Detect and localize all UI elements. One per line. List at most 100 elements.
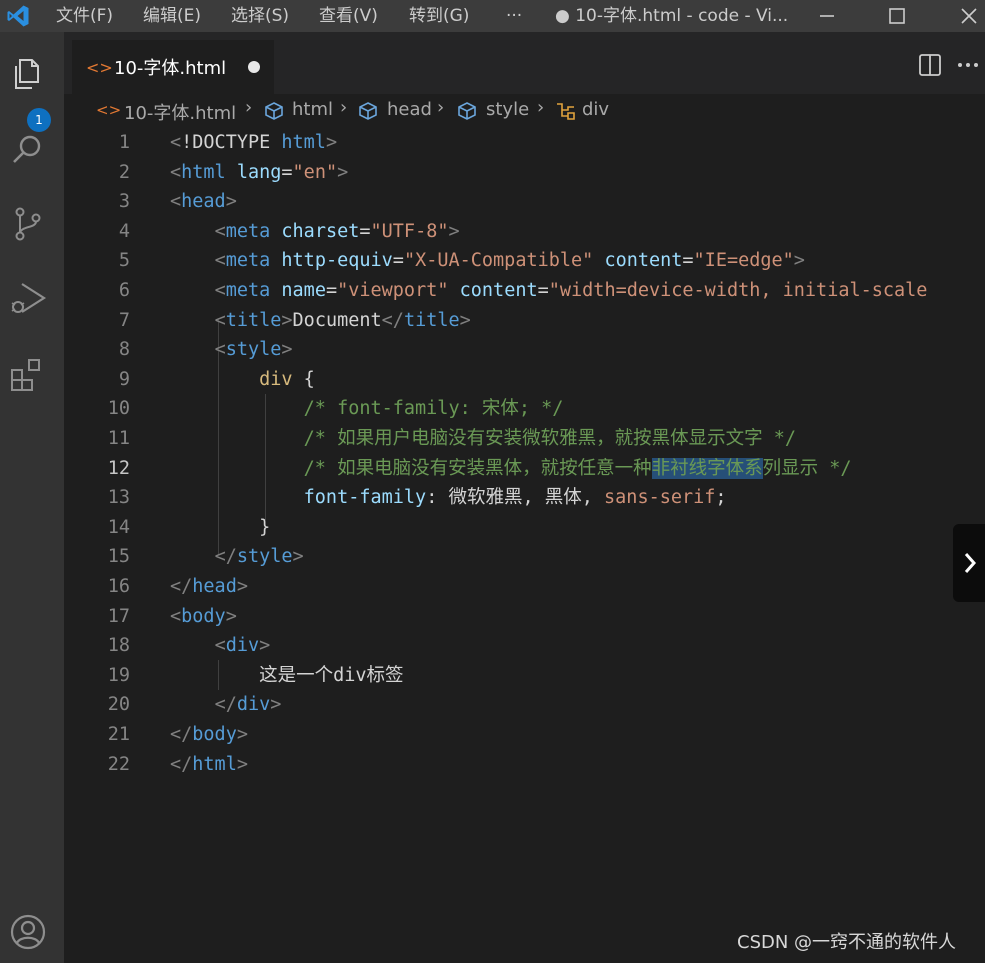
more-actions-icon[interactable] <box>956 52 980 78</box>
code-token: /* font-family: 宋体; */ <box>303 398 564 420</box>
code-token: html <box>181 161 226 183</box>
breadcrumb-html[interactable]: html <box>292 99 333 120</box>
line-number: 3 <box>118 191 130 213</box>
line-number: 7 <box>118 309 130 331</box>
code-token: head <box>181 191 226 213</box>
menu-go[interactable]: 转到(G) <box>409 0 469 32</box>
code-token: body <box>192 724 237 745</box>
code-token: < <box>214 309 226 331</box>
menu-view[interactable]: 查看(V) <box>319 0 378 32</box>
code-token: meta <box>225 280 271 301</box>
line-number: 14 <box>107 516 130 538</box>
code-token: < <box>170 191 182 213</box>
code-token: </ <box>214 694 237 716</box>
split-editor-icon[interactable] <box>918 52 942 78</box>
line-code: font-family: 微软雅黑, 黑体, sans-serif; <box>170 483 727 513</box>
breadcrumb-style[interactable]: style <box>486 99 529 120</box>
code-token: = <box>281 161 293 183</box>
code-token: > <box>281 309 293 331</box>
close-icon[interactable] <box>947 0 985 32</box>
line-number: 12 <box>107 457 130 479</box>
chevron-right-icon: › <box>537 97 545 118</box>
code-token: title <box>225 309 282 331</box>
line-code: 这是一个div标签 <box>170 661 403 691</box>
code-token: !DOCTYPE <box>181 132 282 153</box>
breadcrumb-head[interactable]: head <box>387 99 432 120</box>
code-token: > <box>225 605 237 627</box>
line-code: <head> <box>170 187 237 217</box>
element-cube-icon <box>359 102 377 120</box>
code-token: > <box>236 724 248 745</box>
code-token: { <box>292 368 315 390</box>
code-token: < <box>214 220 226 242</box>
code-token: > <box>236 753 248 775</box>
explorer-badge: 1 <box>27 108 51 132</box>
code-token: "en" <box>292 161 338 183</box>
code-token: > <box>325 132 338 153</box>
tab-label: 10-字体.html <box>114 58 227 79</box>
code-token: </ <box>170 724 193 745</box>
explorer-icon[interactable] <box>8 54 48 94</box>
menu-more[interactable]: ··· <box>506 0 522 32</box>
code-editor[interactable]: 1 <!DOCTYPE html> 2 <html lang="en"> 3 <head>… <box>64 128 985 963</box>
code-token: meta <box>225 250 271 272</box>
maximize-icon[interactable] <box>875 0 919 32</box>
code-token: < <box>214 339 226 361</box>
line-code: </head> <box>170 572 248 602</box>
code-token: </ <box>214 546 237 568</box>
line-code: div { <box>170 365 315 395</box>
menu-file[interactable]: 文件(F) <box>56 0 113 32</box>
search-icon[interactable] <box>8 130 48 170</box>
menu-selection[interactable]: 选择(S) <box>231 0 289 32</box>
code-token: name <box>281 280 326 301</box>
code-token: > <box>270 694 282 716</box>
extensions-icon[interactable] <box>8 354 48 394</box>
side-panel-toggle[interactable] <box>953 524 985 602</box>
editor-tab[interactable]: <> 10-字体.html <box>72 40 274 94</box>
line-code: <meta http-equiv="X-UA-Compatible" conte… <box>170 246 805 276</box>
line-number: 10 <box>107 398 130 420</box>
code-token: </ <box>170 753 193 775</box>
line-code: /* 如果用户电脑没有安装微软雅黑，就按黑体显示文字 */ <box>170 424 796 454</box>
breadcrumb-file[interactable]: 10-字体.html <box>124 99 236 125</box>
code-token: = <box>325 280 338 301</box>
code-token: > <box>292 546 304 568</box>
title-bar: 文件(F) 编辑(E) 选择(S) 查看(V) 转到(G) ··· ● 10-字… <box>0 0 985 32</box>
unsaved-dot-icon[interactable] <box>248 61 260 73</box>
menu-edit[interactable]: 编辑(E) <box>143 0 201 32</box>
source-control-icon[interactable] <box>8 204 48 244</box>
code-token: style <box>225 339 282 361</box>
vscode-logo-icon[interactable] <box>6 4 30 28</box>
code-token: "width=device-width, initial-scale <box>548 280 928 301</box>
code-token: </ <box>170 576 193 597</box>
account-icon[interactable] <box>8 912 48 952</box>
code-token: "X-UA-Compatible" <box>403 250 594 272</box>
minimize-icon[interactable] <box>805 0 849 32</box>
code-token: content <box>604 250 683 272</box>
chevron-right-icon: › <box>245 97 253 118</box>
code-token: http-equiv <box>281 250 393 272</box>
run-debug-icon[interactable] <box>8 278 48 318</box>
code-token: /* 如果用户电脑没有安装微软雅黑，就按黑体显示文字 */ <box>303 428 796 449</box>
code-token: = <box>392 250 404 272</box>
css-selector-icon <box>557 103 575 120</box>
line-code: <!DOCTYPE html> <box>170 128 337 158</box>
breadcrumb-div[interactable]: div <box>582 99 609 120</box>
code-token: 非衬线字体系 <box>651 457 763 479</box>
code-token: 列显示 */ <box>762 457 852 479</box>
line-code: <title>Document</title> <box>170 306 471 336</box>
code-token: "viewport" <box>337 280 449 301</box>
line-code: <div> <box>170 631 271 661</box>
code-token: } <box>170 516 271 538</box>
line-number: 9 <box>118 368 130 390</box>
